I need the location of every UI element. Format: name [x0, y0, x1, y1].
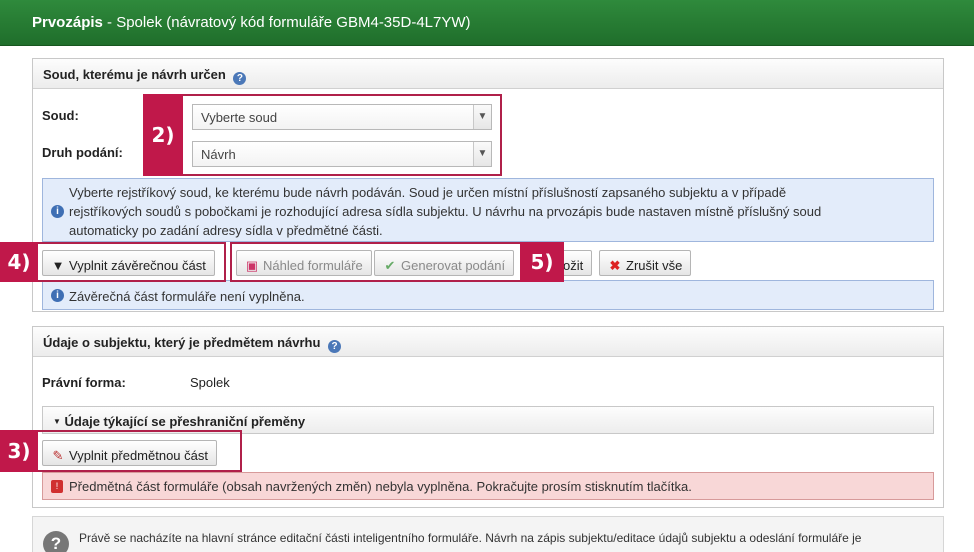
caret-down-icon: ▼	[53, 417, 61, 426]
step-badge-5: 5)	[520, 242, 564, 282]
final-part-status-text: Závěrečná část formuláře není vyplněna.	[69, 289, 305, 304]
filing-type-label: Druh podání:	[42, 145, 123, 160]
header-title-rest: - Spolek (návratový kód formuláře GBM4-3…	[102, 14, 471, 31]
court-info-line-3: automaticky po zadání adresy sídla v pře…	[69, 223, 383, 238]
court-info-box: i Vyberte rejstříkový soud, ke kterému b…	[42, 178, 934, 242]
header-title-bold: Prvozápis	[32, 14, 103, 31]
save-label: ožit	[563, 258, 584, 273]
help-icon[interactable]: ?	[328, 340, 342, 353]
highlight-step-2	[143, 94, 502, 176]
step-badge-4: 4)	[0, 242, 38, 282]
highlight-step-4	[36, 242, 226, 282]
info-icon: i	[51, 205, 64, 218]
court-panel-title: Soud, kterému je návrh určen	[43, 67, 226, 82]
error-icon: !	[51, 480, 63, 493]
final-part-status-box: i Závěrečná část formuláře není vyplněna…	[42, 280, 934, 310]
step-badge-3: 3)	[0, 430, 38, 472]
court-info-line-1: Vyberte rejstříkový soud, ke kterému bud…	[69, 185, 787, 200]
legal-form-label: Právní forma:	[42, 375, 126, 390]
court-label: Soud:	[42, 108, 79, 123]
window-header: Prvozápis - Spolek (návratový kód formul…	[0, 0, 974, 46]
bottom-hint-box: ? Právě se nacházíte na hlavní stránce e…	[32, 516, 944, 552]
bottom-hint-text: Právě se nacházíte na hlavní stránce edi…	[79, 531, 862, 545]
question-icon: ?	[43, 531, 69, 552]
court-panel-header: Soud, kterému je návrh určen ?	[33, 59, 943, 89]
subject-error-box: ! Předmětná část formuláře (obsah navrže…	[42, 472, 934, 500]
legal-form-value: Spolek	[190, 375, 230, 390]
subject-error-text: Předmětná část formuláře (obsah navržený…	[69, 479, 692, 494]
court-info-line-2: rejstříkových soudů s pobočkami je rozho…	[69, 204, 822, 219]
close-icon: ✖	[609, 257, 621, 273]
subject-panel-title: Údaje o subjektu, který je předmětem náv…	[43, 335, 321, 350]
cancel-all-label: Zrušit vše	[626, 257, 683, 273]
info-icon: i	[51, 289, 64, 302]
subject-panel-header: Údaje o subjektu, který je předmětem náv…	[33, 327, 943, 357]
cross-border-section-title: Údaje týkající se přeshraniční přeměny	[64, 414, 306, 429]
highlight-step-5	[230, 242, 564, 282]
cancel-all-button[interactable]: ✖ Zrušit vše	[599, 250, 692, 276]
highlight-step-3	[36, 430, 242, 472]
help-icon[interactable]: ?	[233, 72, 247, 85]
step-badge-2: 2)	[143, 94, 183, 176]
